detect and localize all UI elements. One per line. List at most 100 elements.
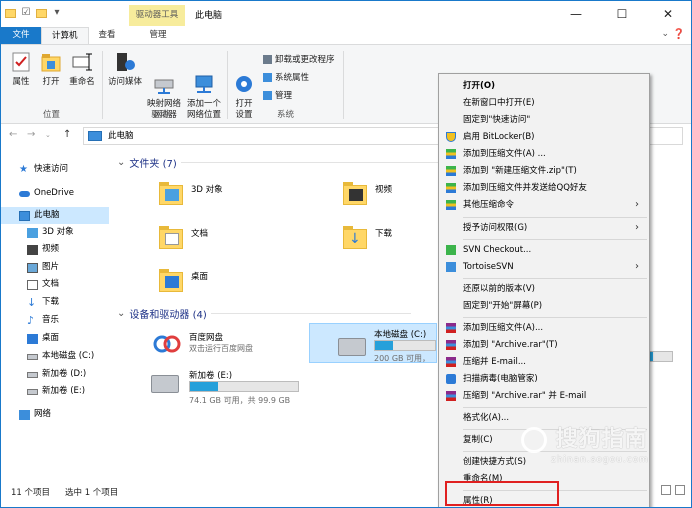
up-icon[interactable]: ↑ [63, 129, 71, 140]
tab-manage[interactable]: 管理 [140, 27, 177, 44]
menu-item-rar-add-archive[interactable]: 添加到压缩文件(A)... [439, 320, 649, 336]
archive-icon [446, 149, 456, 159]
cloud-icon [19, 190, 30, 197]
add-network-location-button[interactable]: 添加一个 网络位置 [185, 51, 223, 121]
tab-computer[interactable]: 计算机 [41, 27, 89, 44]
folder-icon[interactable] [5, 8, 16, 18]
maximize-button[interactable]: ☐ [599, 1, 645, 27]
drive-subtitle: 双击运行百度网盘 [189, 344, 253, 353]
document-icon [27, 279, 38, 290]
sidebar-item-pictures[interactable]: 图片 [1, 259, 109, 276]
menu-item-rar-compress-rar-email[interactable]: 压缩到 "Archive.rar" 并 E-mail [439, 388, 649, 404]
sidebar-item-drive-d[interactable]: 新加卷 (D:) [1, 366, 109, 383]
access-media-button[interactable]: 访问媒体 [107, 51, 143, 88]
open-button[interactable]: 打开 [39, 51, 63, 88]
menu-item-label: 压缩并 E-mail... [463, 357, 526, 367]
folder-desktop[interactable]: 桌面 [157, 266, 317, 306]
manage-button[interactable]: 管理 [263, 89, 292, 101]
sidebar-item-label: 网络 [34, 409, 52, 419]
menu-item-svn-checkout[interactable]: SVN Checkout... [439, 242, 649, 258]
drive-c[interactable]: 本地磁盘 (C:) 200 GB 可用， [309, 323, 437, 363]
access-media-label: 访问媒体 [107, 77, 142, 87]
sidebar-item-videos[interactable]: 视频 [1, 241, 109, 258]
menu-item-other-compress[interactable]: 其他压缩命令 › [439, 197, 649, 213]
folder-small-icon[interactable] [36, 8, 47, 18]
group-header-folders[interactable]: ⌄ 文件夹 (7) [117, 155, 441, 170]
drive-e[interactable]: 新加卷 (E:) 74.1 GB 可用，共 99.9 GB [151, 369, 351, 415]
chevron-down-icon: ⌄ [117, 308, 126, 319]
folder-documents[interactable]: 文档 [157, 223, 317, 263]
menu-item-virus-scan[interactable]: 扫描病毒(电脑管家) [439, 371, 649, 387]
sidebar-item-desktop[interactable]: 桌面 [1, 330, 109, 347]
sidebar-item-drive-c[interactable]: 本地磁盘 (C:) [1, 348, 109, 365]
chevron-down-icon[interactable]: ⌄ [661, 29, 669, 39]
sidebar-item-label: 音乐 [42, 315, 60, 325]
menu-item-add-archive[interactable]: 添加到压缩文件(A) ... [439, 146, 649, 162]
tab-file[interactable]: 文件 [1, 27, 41, 44]
menu-item-grant-access[interactable]: 授予访问权限(G) › [439, 220, 649, 236]
watermark-text: 搜狗指南 [555, 427, 648, 452]
group-header-drives[interactable]: ⌄ 设备和驱动器 (4) [117, 306, 411, 321]
properties-button[interactable]: 属性 [9, 51, 33, 88]
star-icon: ★ [19, 163, 28, 175]
back-icon[interactable]: ← [9, 129, 17, 140]
menu-item-label: 启用 BitLocker(B) [463, 132, 535, 142]
sidebar-item-label: 本地磁盘 (C:) [42, 351, 95, 361]
system-properties-button[interactable]: 系统属性 [263, 71, 309, 83]
sidebar-item-documents[interactable]: 文档 [1, 276, 109, 293]
folder-3d-objects[interactable]: 3D 对象 [157, 179, 317, 219]
properties-label: 属性 [12, 77, 30, 87]
sidebar-item-music[interactable]: ♪ 音乐 [1, 312, 109, 329]
menu-item-bitlocker[interactable]: 启用 BitLocker(B) [439, 129, 649, 145]
close-button[interactable]: ✕ [645, 1, 691, 27]
sidebar-item-onedrive[interactable]: OneDrive [1, 185, 109, 202]
sidebar-item-this-pc[interactable]: 此电脑 [1, 207, 109, 224]
sogou-logo-icon [521, 427, 547, 453]
menu-item-open[interactable]: 打开(O) [439, 78, 649, 94]
open-settings-label: 打开 设置 [235, 99, 253, 120]
sidebar-item-network[interactable]: 网络 [1, 406, 109, 423]
menu-item-label: 扫描病毒(电脑管家) [463, 374, 538, 384]
ribbon-divider [343, 51, 344, 119]
menu-item-add-zip[interactable]: 添加到 "新建压缩文件.zip"(T) [439, 163, 649, 179]
details-view-icon[interactable] [661, 485, 671, 495]
menu-item-pin-start[interactable]: 固定到"开始"屏幕(P) [439, 298, 649, 314]
menu-item-label: 添加到压缩文件并发送给QQ好友 [463, 183, 587, 193]
sidebar-item-drive-e[interactable]: 新加卷 (E:) [1, 383, 109, 400]
rename-button[interactable]: 重命名 [67, 51, 97, 88]
sidebar-item-3d-objects[interactable]: 3D 对象 [1, 224, 109, 241]
checkbox-icon[interactable]: ☑ [20, 7, 32, 19]
menu-item-label: TortoiseSVN [463, 262, 514, 272]
drive-e-usage-fill [190, 382, 219, 391]
forward-icon[interactable]: → [27, 129, 35, 140]
open-settings-button[interactable]: 打开 设置 [231, 51, 257, 121]
menu-separator [463, 239, 647, 240]
sidebar-item-downloads[interactable]: ↓ 下载 [1, 294, 109, 311]
ribbon-divider [102, 51, 103, 119]
chevron-down-icon: ⌄ [117, 157, 126, 168]
menu-item-rar-add-archive-rar[interactable]: 添加到 "Archive.rar"(T) [439, 337, 649, 353]
group-divider [180, 162, 441, 163]
menu-item-label: 授予访问权限(G) [463, 223, 528, 233]
uninstall-program-button[interactable]: 卸载或更改程序 [263, 53, 335, 65]
menu-item-label: 其他压缩命令 [463, 200, 515, 210]
history-dropdown-icon[interactable]: ⌄ [45, 131, 51, 139]
dropdown-icon[interactable]: ▾ [51, 7, 63, 19]
menu-item-tortoisesvn[interactable]: TortoiseSVN › [439, 259, 649, 275]
help-icon[interactable]: ❓ [673, 29, 685, 40]
open-label: 打开 [42, 77, 60, 87]
folder-label: 文档 [191, 229, 209, 239]
sidebar-item-quick-access[interactable]: ★ 快速访问 [1, 161, 109, 178]
menu-item-label: 格式化(A)... [463, 413, 510, 423]
shield-icon [446, 132, 456, 142]
menu-item-restore-versions[interactable]: 还原以前的版本(V) [439, 281, 649, 297]
menu-item-open-new-window[interactable]: 在新窗口中打开(E) [439, 95, 649, 111]
minimize-button[interactable]: — [553, 1, 599, 27]
menu-item-pin-quick-access[interactable]: 固定到"快速访问" [439, 112, 649, 128]
menu-item-rar-compress-email[interactable]: 压缩并 E-mail... [439, 354, 649, 370]
large-icons-view-icon[interactable] [675, 485, 685, 495]
menu-item-add-send-qq[interactable]: 添加到压缩文件并发送给QQ好友 [439, 180, 649, 196]
desktop-icon [27, 333, 38, 344]
uninstall-label: 卸载或更改程序 [275, 55, 335, 65]
tab-view[interactable]: 查看 [89, 27, 126, 44]
